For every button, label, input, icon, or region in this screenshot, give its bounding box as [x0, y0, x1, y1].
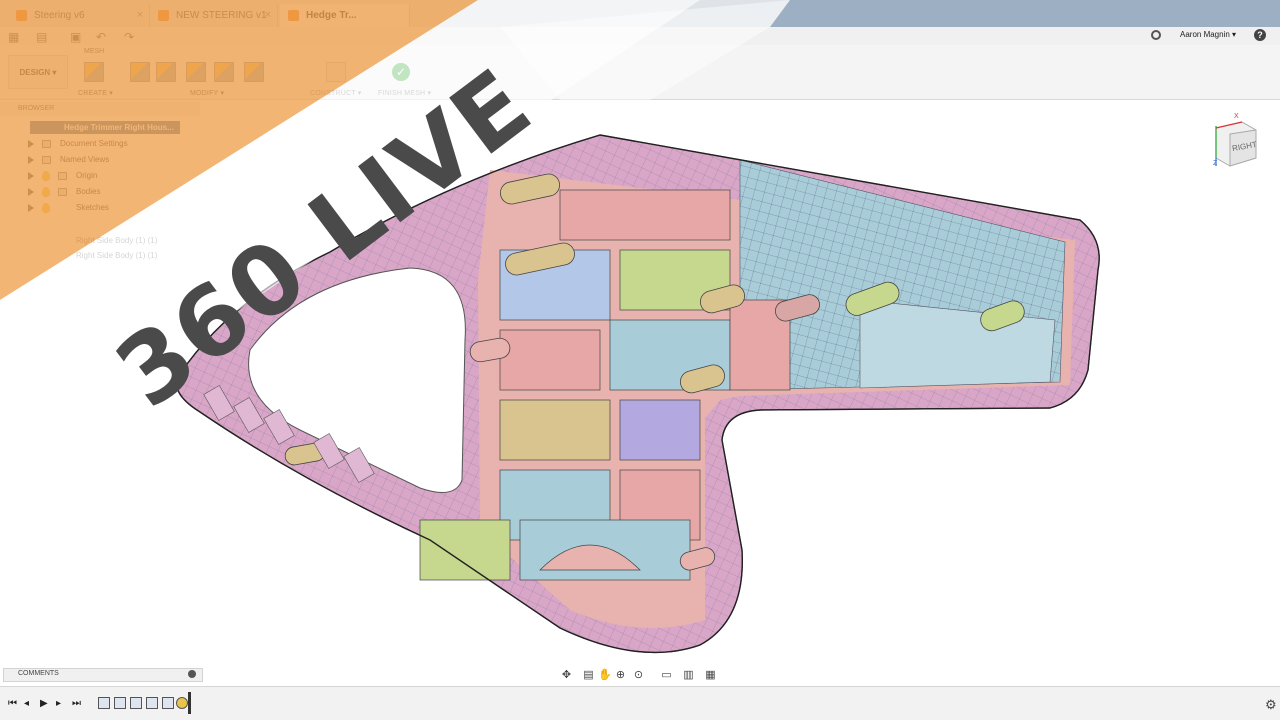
browser-item-label: Origin — [76, 171, 98, 180]
browser-item-label: Document Settings — [60, 139, 128, 148]
display-settings-icon[interactable]: ▭ — [660, 669, 673, 681]
browser-panel-header[interactable]: BROWSER — [0, 102, 200, 116]
folder-icon — [42, 156, 51, 164]
orbit-icon[interactable]: ✥ — [560, 669, 573, 681]
tab-hedge-trimmer[interactable]: Hedge Tr... — [280, 4, 410, 27]
tab-label: NEW STEERING v1 — [176, 10, 267, 21]
comments-label: COMMENTS — [18, 670, 59, 677]
modify-tool-4-button[interactable] — [214, 62, 234, 82]
timeline-first-icon[interactable]: ⏮ — [8, 698, 17, 709]
visibility-bulb-icon[interactable] — [42, 171, 50, 181]
browser-item-label: Named Views — [60, 155, 110, 164]
timeline-next-icon[interactable]: ▸ — [56, 698, 61, 709]
fit-icon[interactable]: ⊙ — [632, 669, 645, 681]
timeline-last-icon[interactable]: ⏭ — [72, 698, 81, 709]
pan-icon[interactable]: ✋ — [598, 669, 612, 681]
expand-icon[interactable] — [28, 204, 34, 212]
tab-new-steering[interactable]: NEW STEERING v1 × — [150, 4, 278, 27]
timeline-marker[interactable] — [188, 692, 191, 714]
create-mesh-button[interactable] — [84, 62, 104, 82]
modify-tool-5-button[interactable] — [244, 62, 264, 82]
expand-icon[interactable] — [28, 188, 34, 196]
folder-icon — [58, 172, 67, 180]
modify-tool-1-button[interactable] — [130, 62, 150, 82]
browser-item-label: Right Side Body (1) (1) — [76, 251, 158, 260]
user-menu[interactable]: Aaron Magnin ▾ — [1180, 30, 1236, 39]
close-icon[interactable]: × — [265, 4, 271, 27]
timeline-bar — [0, 686, 1280, 720]
job-status-icon[interactable] — [1151, 30, 1161, 40]
browser-item-label: Sketches — [76, 203, 109, 212]
viewports-icon[interactable]: ▦ — [704, 669, 717, 681]
visibility-bulb-icon[interactable] — [42, 203, 50, 213]
document-icon — [288, 10, 299, 21]
browser-root-component[interactable]: Hedge Trimmer Right Hous... — [30, 121, 180, 134]
modify-tool-3-button[interactable] — [186, 62, 206, 82]
tab-steering[interactable]: Steering v6 × — [8, 4, 150, 27]
finish-mesh-icon[interactable]: ✓ — [392, 63, 410, 81]
create-group-label[interactable]: CREATE ▾ — [78, 89, 113, 97]
browser-item-label: Bodies — [76, 187, 101, 196]
gear-icon — [42, 140, 51, 148]
look-at-icon[interactable]: ▤ — [582, 669, 595, 681]
undo-icon[interactable]: ↶ — [96, 30, 106, 44]
document-icon — [16, 10, 27, 21]
timeline-feature[interactable] — [98, 697, 110, 709]
zoom-icon[interactable]: ⊕ — [614, 669, 627, 681]
save-icon[interactable]: ▣ — [70, 30, 81, 44]
add-comment-icon[interactable] — [188, 670, 196, 678]
view-cube[interactable]: RIGHT X Z — [1212, 113, 1258, 170]
document-icon — [158, 10, 169, 21]
tab-label: Hedge Tr... — [306, 10, 357, 21]
timeline-feature[interactable] — [146, 697, 158, 709]
gear-icon[interactable]: ⚙ — [1265, 697, 1277, 713]
ribbon-tab-mesh[interactable]: MESH — [84, 48, 104, 55]
grid-settings-icon[interactable]: ▥ — [682, 669, 695, 681]
expand-icon[interactable] — [28, 156, 34, 164]
tab-label: Steering v6 — [34, 10, 85, 21]
expand-icon[interactable] — [28, 140, 34, 148]
document-tab-bar: Steering v6 × NEW STEERING v1 × Hedge Tr… — [0, 0, 1280, 27]
timeline-play-icon[interactable]: ▶ — [40, 698, 48, 709]
file-icon[interactable]: ▤ — [36, 30, 47, 44]
expand-icon[interactable] — [28, 172, 34, 180]
quick-access-toolbar — [0, 27, 1280, 45]
modify-group-label[interactable]: MODIFY ▾ — [190, 89, 224, 97]
browser-item-label: Right Side Body (1) (1) — [76, 236, 158, 245]
axis-z-label: Z — [1213, 160, 1218, 167]
fusion-app-window: Steering v6 × NEW STEERING v1 × Hedge Tr… — [0, 0, 1280, 720]
timeline-previous-icon[interactable]: ◂ — [24, 698, 29, 709]
construct-group-label[interactable]: CONSTRUCT ▾ — [310, 89, 361, 97]
workspace-switcher[interactable]: DESIGN ▾ — [8, 55, 68, 89]
timeline-feature[interactable] — [162, 697, 174, 709]
app-grid-icon[interactable]: ▦ — [8, 30, 19, 44]
folder-icon — [58, 188, 67, 196]
axis-x-label: X — [1234, 113, 1239, 120]
timeline-feature[interactable] — [176, 697, 188, 709]
timeline-feature[interactable] — [130, 697, 142, 709]
construct-plane-button[interactable] — [326, 62, 346, 82]
timeline-feature[interactable] — [114, 697, 126, 709]
modify-tool-2-button[interactable] — [156, 62, 176, 82]
close-icon[interactable]: × — [137, 4, 143, 27]
help-icon[interactable]: ? — [1254, 29, 1266, 41]
redo-icon[interactable]: ↷ — [124, 30, 134, 44]
visibility-bulb-icon[interactable] — [42, 187, 50, 197]
